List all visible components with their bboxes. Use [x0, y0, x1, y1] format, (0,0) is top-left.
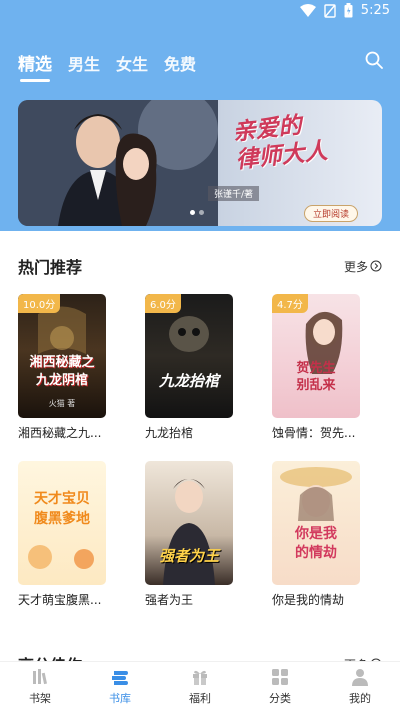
book-cover: 10.0分 湘西秘藏之 九龙阴棺 火猫 著: [18, 294, 106, 418]
battery-icon: [344, 3, 353, 18]
score-badge: 4.7分: [272, 294, 308, 313]
cover-title: 湘西秘藏之 九龙阴棺: [29, 355, 95, 388]
book-item[interactable]: 10.0分 湘西秘藏之 九龙阴棺 火猫 著 湘西秘藏之九...: [18, 294, 106, 462]
bookshelf-icon: [33, 669, 47, 685]
book-cover: 天才宝贝 腹黑爹地: [18, 461, 106, 585]
more-button[interactable]: 更多: [344, 258, 382, 275]
book-title: 你是我的情劫: [272, 593, 345, 607]
book-item[interactable]: 4.7分 贺先生 别乱来 蚀骨情：贺先...: [272, 294, 360, 462]
book-item[interactable]: 天才宝贝 腹黑爹地 天才萌宝腹黑...: [18, 461, 106, 629]
nav-label: 书架: [29, 692, 51, 705]
no-sim-icon: [324, 3, 336, 18]
book-cover: 4.7分 贺先生 别乱来: [272, 294, 360, 418]
bottom-nav: 书架 书库 福利 分类 我的: [0, 661, 400, 711]
category-icon: [272, 669, 288, 685]
status-time: 5:25: [360, 3, 390, 18]
nav-label: 书库: [109, 692, 131, 705]
nav-library[interactable]: 书库: [90, 662, 150, 711]
search-icon[interactable]: [364, 50, 384, 70]
library-icon: [112, 671, 128, 685]
category-tabs: 精选 男生 女生 免费: [18, 50, 196, 82]
nav-label: 福利: [189, 692, 211, 705]
nav-profile[interactable]: 我的: [330, 662, 390, 711]
book-title: 蚀骨情：贺先...: [272, 426, 356, 440]
chevron-right-icon: [370, 260, 382, 272]
nav-welfare[interactable]: 福利: [170, 662, 230, 711]
cover-title: 强者为王: [158, 547, 219, 565]
nav-label: 分类: [269, 692, 291, 705]
tab-female[interactable]: 女生: [116, 51, 148, 75]
status-bar: 5:25: [0, 0, 400, 24]
book-cover: 你是我 的情劫: [272, 461, 360, 585]
book-title: 强者为王: [145, 593, 194, 607]
book-item[interactable]: 强者为王 强者为王: [145, 461, 233, 629]
book-title: 天才萌宝腹黑...: [18, 593, 102, 607]
header: 5:25 精选 男生 女生 免费 亲爱的 律师大人 张谨千/著 立即阅读: [0, 0, 400, 231]
book-item[interactable]: 6.0分 九龙抬棺 九龙抬棺: [145, 294, 233, 462]
hot-section-header: 热门推荐 更多: [18, 254, 382, 278]
gift-icon: [193, 670, 207, 685]
cover-title: 贺先生 别乱来: [296, 361, 336, 393]
book-grid: 10.0分 湘西秘藏之 九龙阴棺 火猫 著 湘西秘藏之九... 6.0分 九龙抬…: [18, 294, 382, 629]
cover-title: 天才宝贝 腹黑爹地: [34, 491, 90, 527]
book-title: 湘西秘藏之九...: [18, 426, 102, 440]
tab-free[interactable]: 免费: [164, 51, 196, 75]
banner-couple-image: [18, 100, 218, 226]
banner-dot: [190, 210, 195, 215]
nav-label: 我的: [349, 692, 371, 705]
nav-category[interactable]: 分类: [250, 662, 310, 711]
banner-title: 亲爱的 律师大人: [231, 111, 329, 174]
cover-title: 你是我 的情劫: [295, 526, 337, 561]
book-cover: 强者为王: [145, 461, 233, 585]
cover-author: 火猫 著: [48, 399, 76, 408]
tab-male[interactable]: 男生: [68, 51, 100, 75]
section-title: 热门推荐: [18, 258, 83, 277]
book-item[interactable]: 你是我 的情劫 你是我的情劫: [272, 461, 360, 629]
nav-bookshelf[interactable]: 书架: [10, 662, 70, 711]
score-badge: 10.0分: [18, 294, 61, 313]
read-now-button[interactable]: 立即阅读: [304, 205, 359, 222]
book-title: 九龙抬棺: [145, 426, 194, 440]
banner-dot: [199, 210, 204, 215]
wifi-icon: [299, 3, 316, 17]
banner-author: 张谨千/著: [208, 186, 260, 201]
user-icon: [352, 669, 368, 686]
banner-pagination: [190, 210, 204, 215]
cover-title: 九龙抬棺: [158, 372, 219, 390]
tab-featured[interactable]: 精选: [18, 50, 52, 82]
promo-banner[interactable]: 亲爱的 律师大人 张谨千/著 立即阅读: [18, 100, 382, 226]
score-badge: 6.0分: [145, 294, 181, 313]
more-label: 更多: [343, 259, 368, 274]
book-cover: 6.0分 九龙抬棺: [145, 294, 233, 418]
